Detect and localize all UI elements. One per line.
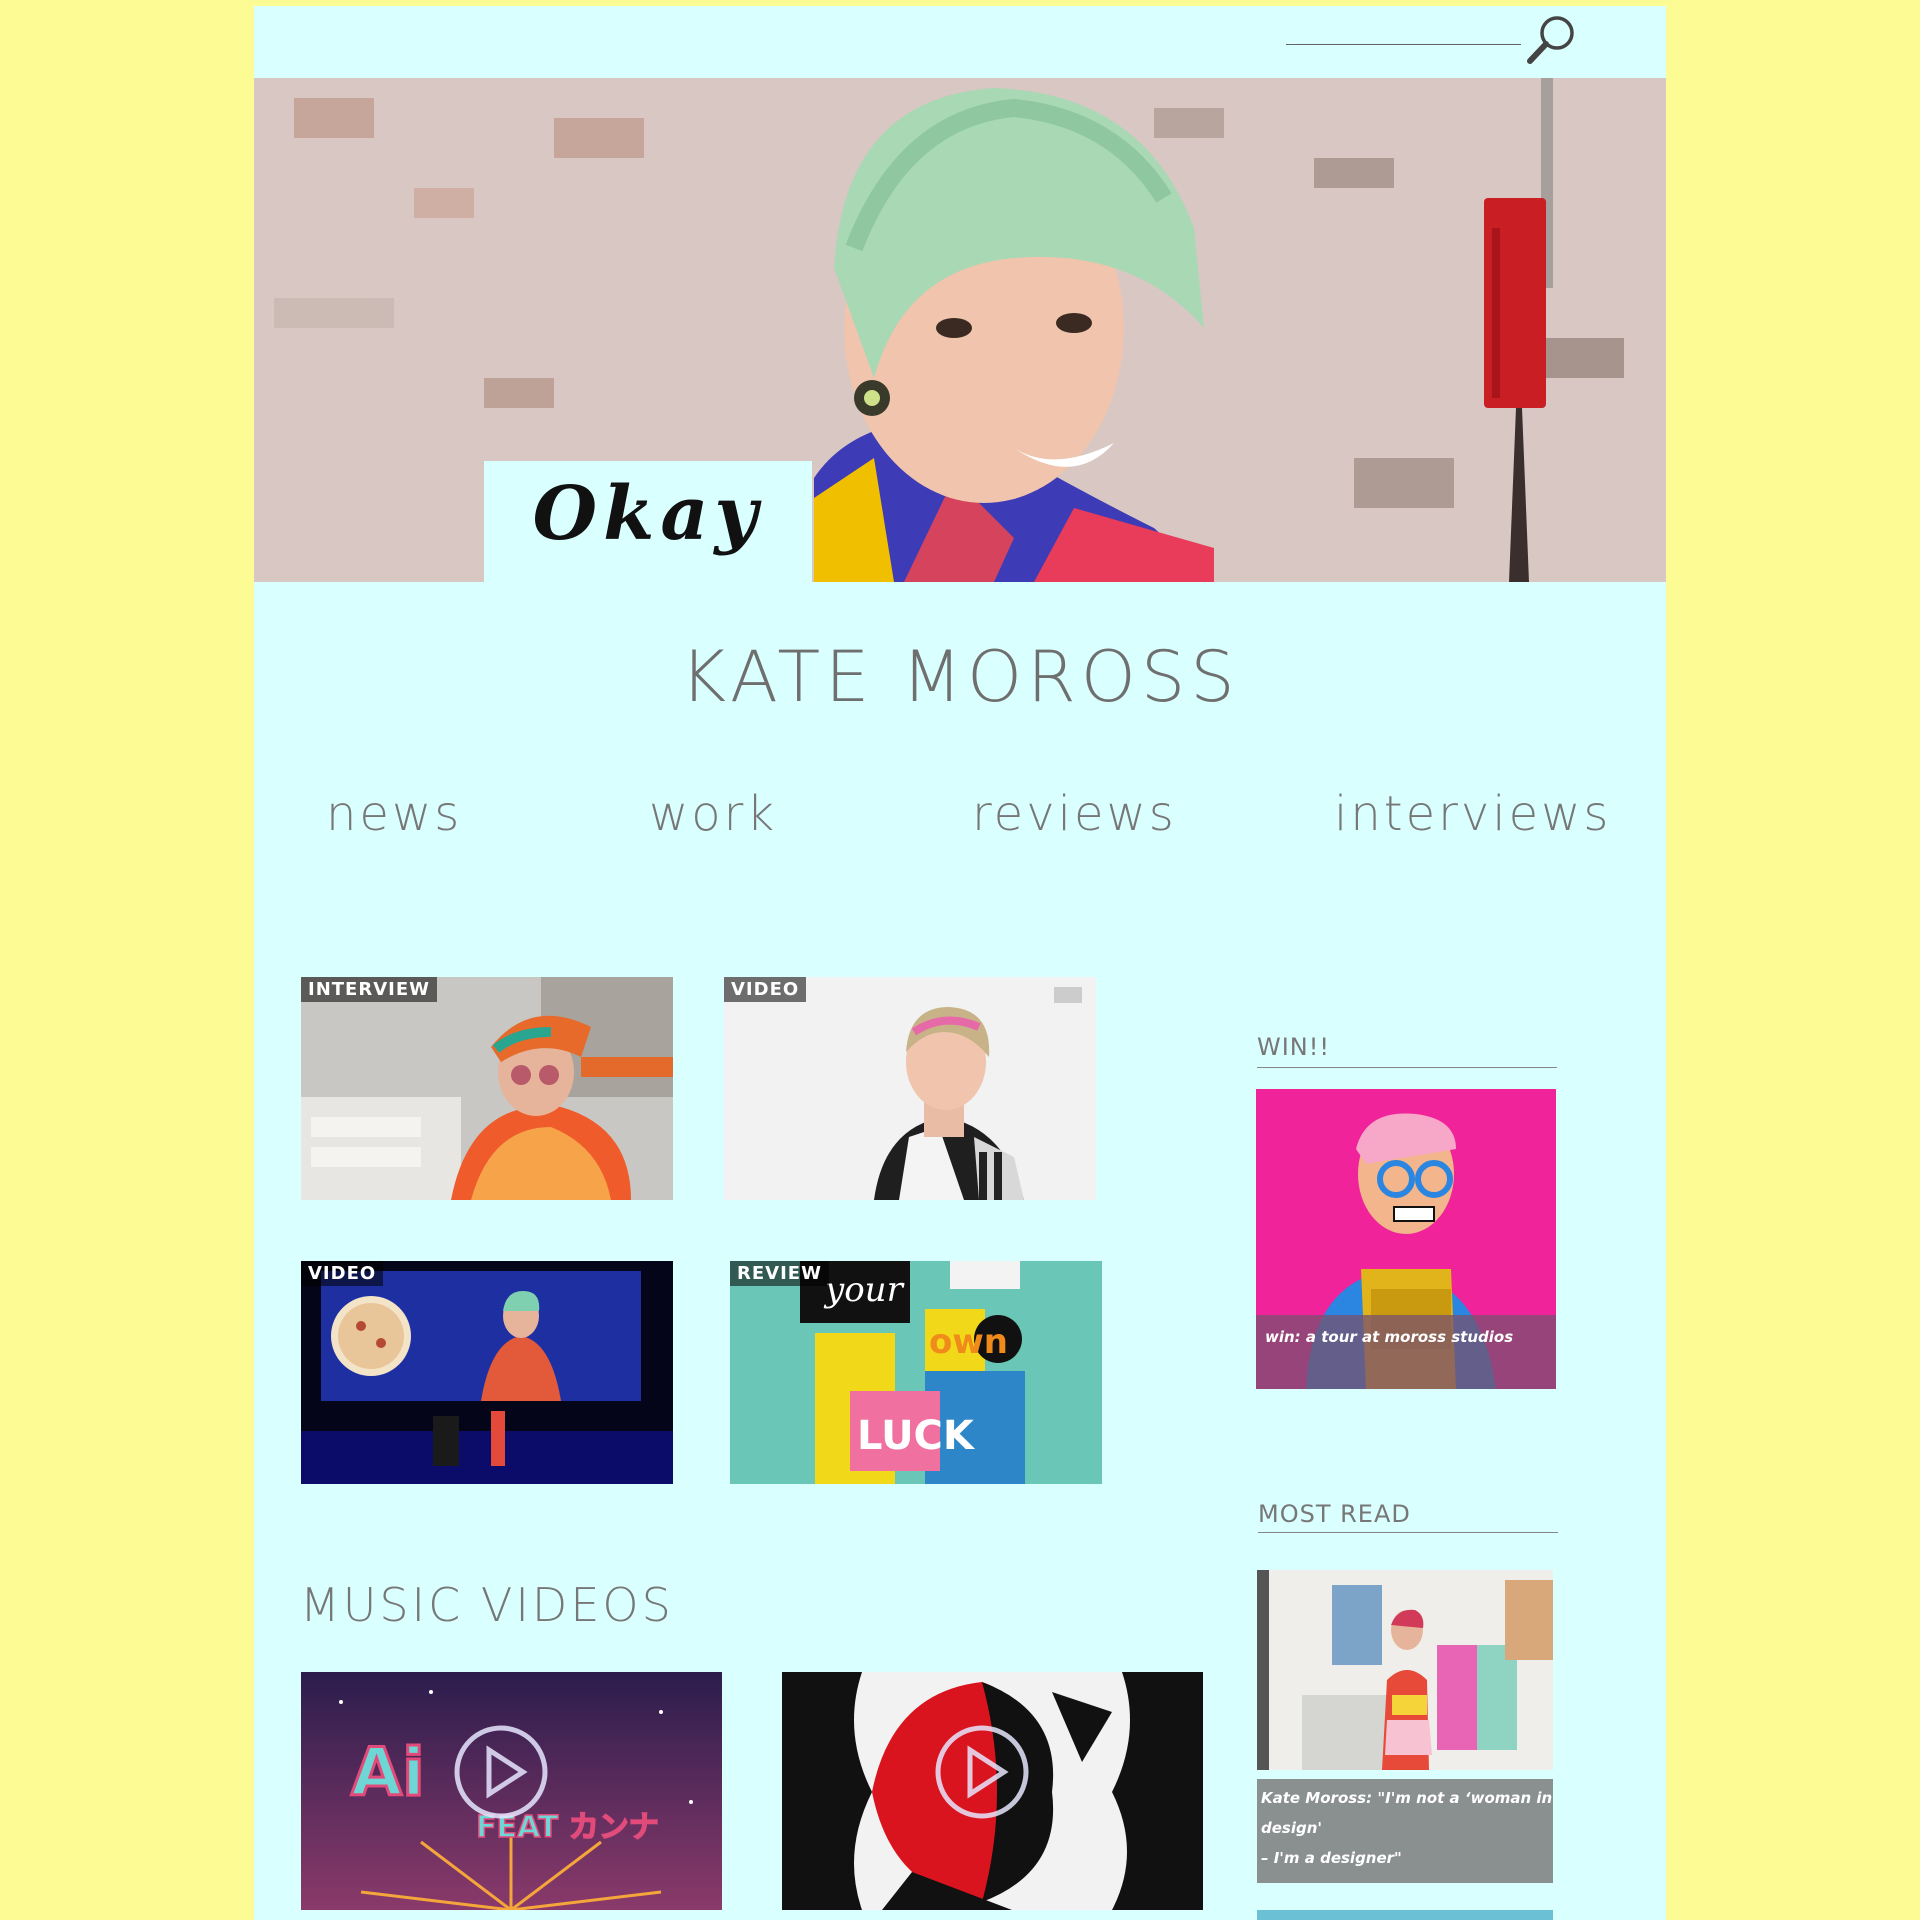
win-divider [1257, 1067, 1557, 1068]
interview-thumbnail[interactable]: INTERVIEW [301, 977, 673, 1200]
most-read-caption-line3: – I'm a designer" [1261, 1849, 1402, 1867]
interview-photo [301, 977, 673, 1200]
win-heading: WIN!! [1257, 1033, 1331, 1061]
svg-text:your: your [823, 1270, 905, 1310]
video-tag-1: VIDEO [724, 977, 807, 1002]
win-caption: win: a tour at moross studios [1265, 1328, 1514, 1346]
svg-text:own: own [929, 1322, 1008, 1362]
stage-talk-photo [301, 1261, 673, 1484]
next-article-peek[interactable] [1257, 1910, 1553, 1920]
site-title: KATE MOROSS [680, 636, 1240, 718]
music-videos-heading: MUSIC VIDEOS [300, 1578, 674, 1632]
most-read-divider [1258, 1532, 1558, 1533]
most-read-caption-box[interactable]: Kate Moross: "I'm not a ‘woman in design… [1257, 1779, 1553, 1883]
hero-photo [254, 78, 1666, 582]
nav-interviews[interactable]: interviews [1334, 786, 1611, 842]
hero-banner: Okay [254, 78, 1666, 582]
search-icon[interactable] [1524, 12, 1580, 68]
content-column: Okay KATE MOROSS news work reviews inter… [254, 6, 1666, 1920]
music-video-1-title: Ai [350, 1733, 427, 1813]
nav-reviews[interactable]: reviews [972, 786, 1177, 842]
search-input[interactable] [1286, 16, 1525, 46]
review-tag: REVIEW [730, 1261, 829, 1286]
play-icon[interactable] [451, 1722, 551, 1822]
search-underline [1286, 44, 1521, 45]
most-read-image[interactable] [1257, 1570, 1553, 1770]
studio-photo [1257, 1570, 1553, 1770]
video-thumbnail-2[interactable]: VIDEO [301, 1261, 673, 1484]
svg-text:LUCK: LUCK [857, 1413, 976, 1459]
most-read-heading: MOST READ [1258, 1500, 1411, 1528]
video-thumbnail-1[interactable]: VIDEO [724, 977, 1096, 1200]
review-thumbnail[interactable]: your own LUCK REVIEW [730, 1261, 1102, 1484]
win-promo-card[interactable]: win: a tour at moross studios [1256, 1089, 1556, 1389]
most-read-caption-line2: design' [1261, 1819, 1322, 1837]
video-portrait-photo [724, 977, 1096, 1200]
nav-news[interactable]: news [326, 786, 462, 842]
nav-work[interactable]: work [649, 786, 777, 842]
okay-logo: Okay [532, 471, 764, 557]
video-tag-2: VIDEO [301, 1261, 384, 1286]
logo-box[interactable]: Okay [484, 461, 812, 582]
music-video-1[interactable]: Ai FEAT カンナ [301, 1672, 722, 1910]
most-read-caption-line1: Kate Moross: "I'm not a ‘woman in [1261, 1789, 1553, 1807]
interview-tag: INTERVIEW [301, 977, 437, 1002]
review-artwork: your own LUCK [730, 1261, 1102, 1484]
music-video-2[interactable] [782, 1672, 1203, 1910]
play-icon[interactable] [932, 1722, 1032, 1822]
